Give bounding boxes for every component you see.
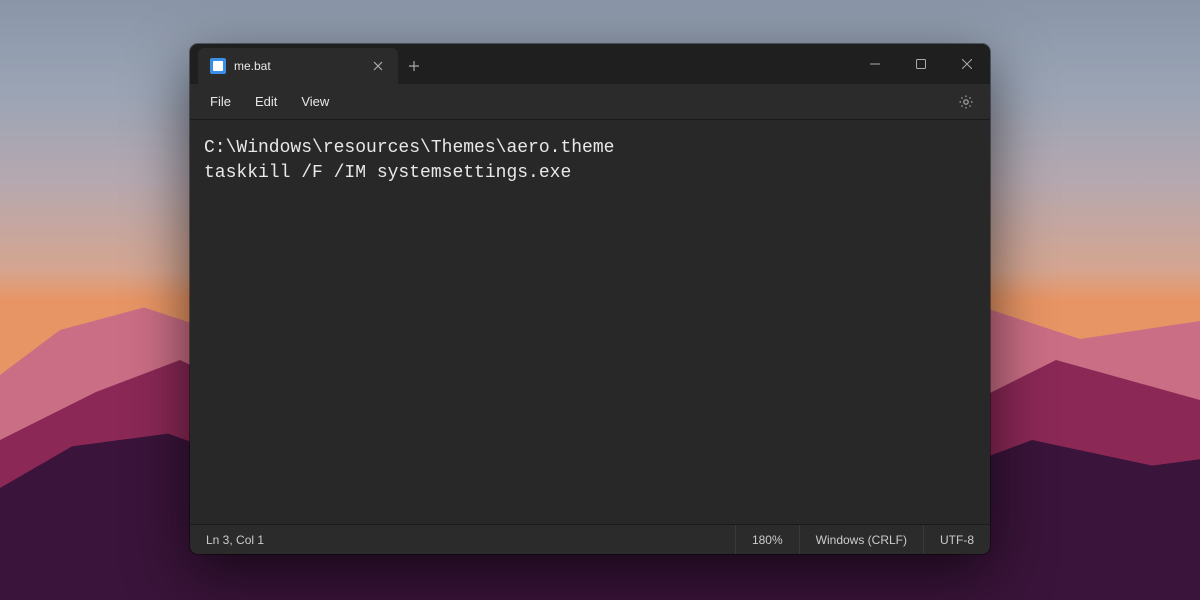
tab-title: me.bat [234,59,360,73]
zoom-level[interactable]: 180% [735,525,799,554]
minimize-button[interactable] [852,44,898,84]
maximize-button[interactable] [898,44,944,84]
line-endings[interactable]: Windows (CRLF) [799,525,923,554]
close-window-button[interactable] [944,44,990,84]
cursor-position[interactable]: Ln 3, Col 1 [190,525,280,554]
close-tab-button[interactable] [368,56,388,76]
document-tab[interactable]: me.bat [198,48,398,84]
statusbar: Ln 3, Col 1 180% Windows (CRLF) UTF-8 [190,524,990,554]
menu-edit[interactable]: Edit [243,88,289,115]
settings-button[interactable] [950,86,982,118]
titlebar[interactable]: me.bat [190,44,990,84]
menu-file[interactable]: File [198,88,243,115]
gear-icon [958,94,974,110]
encoding[interactable]: UTF-8 [923,525,990,554]
notepad-window: me.bat File Edit View [190,44,990,554]
text-editor[interactable]: C:\Windows\resources\Themes\aero.theme t… [190,120,990,524]
new-tab-button[interactable] [398,48,430,84]
menu-view[interactable]: View [289,88,341,115]
menubar: File Edit View [190,84,990,120]
window-controls [852,44,990,84]
notepad-icon [210,58,226,74]
